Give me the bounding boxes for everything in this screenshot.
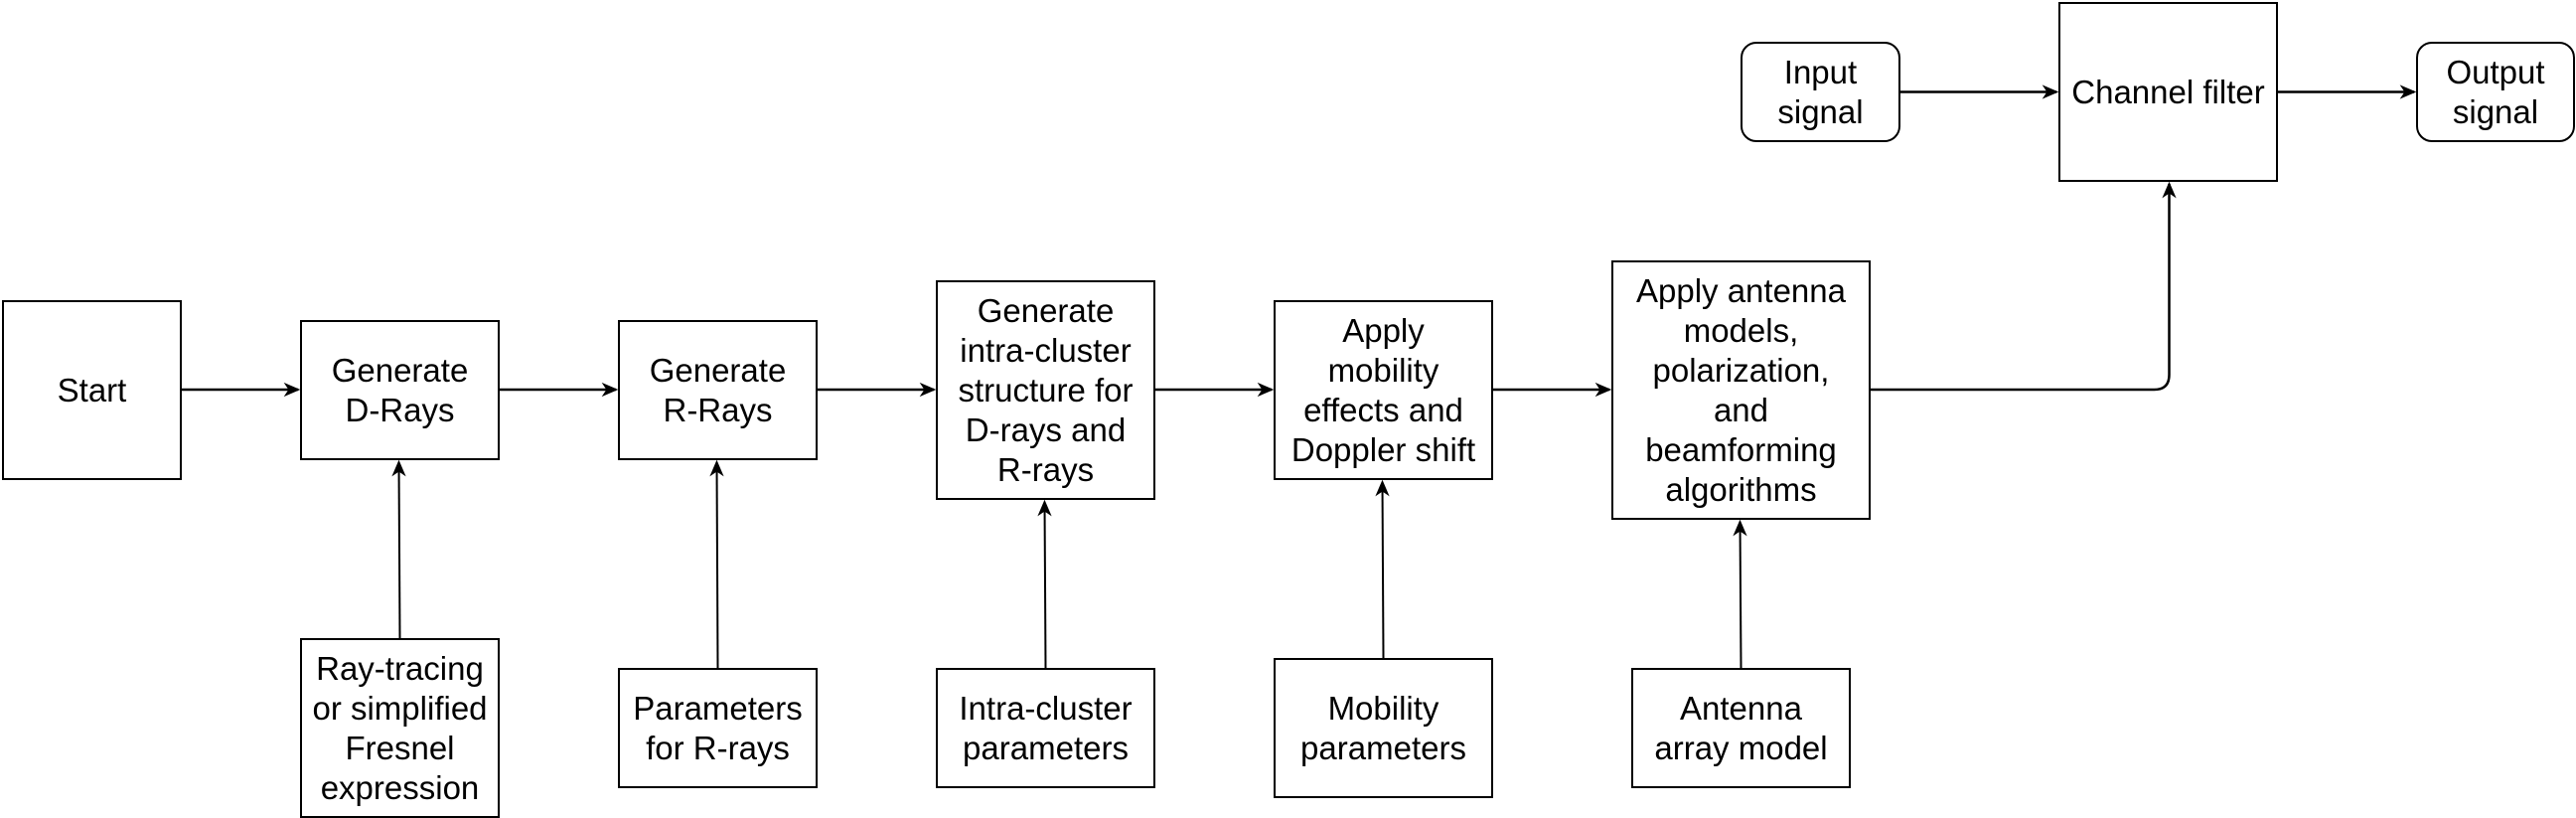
node-params-r-rays: Parameters for R-rays [618,668,818,788]
edge-intra-cluster-params-to-generate-intra-cluster [1043,501,1047,669]
node-input-signal: Input signal [1741,42,1900,142]
node-label: Ray-tracing or simplified Fresnel expres… [312,649,488,806]
node-label: Generate R-Rays [649,351,787,428]
node-apply-mobility: Apply mobility effects and Doppler shift [1274,300,1493,480]
node-label: Generate intra-cluster structure for D-r… [958,291,1134,488]
node-start: Start [2,300,182,480]
node-channel-filter: Channel filter [2058,2,2278,182]
node-label: Channel filter [2071,73,2265,110]
node-apply-antenna: Apply antenna models, polarization, and … [1611,260,1871,520]
node-label: Generate D-Rays [331,351,469,428]
edge-mobility-params-to-apply-mobility [1381,481,1385,659]
node-ray-tracing: Ray-tracing or simplified Fresnel expres… [300,638,500,818]
edge-params-r-rays-to-generate-r-rays [715,461,719,669]
node-label: Apply mobility effects and Doppler shift [1290,311,1476,468]
edge-apply-antenna-to-channel-filter [1871,184,2171,392]
node-label: Input signal [1777,53,1864,130]
node-label: Apply antenna models, polarization, and … [1635,271,1846,508]
node-mobility-params: Mobility parameters [1274,658,1493,798]
node-label: Start [57,371,127,409]
edge-ray-tracing-to-generate-d-rays [397,461,401,639]
node-label: Parameters for R-rays [633,689,803,766]
node-label: Antenna array model [1654,689,1828,766]
node-output-signal: Output signal [2416,42,2575,142]
node-label: Intra-cluster parameters [959,689,1133,766]
node-generate-r-rays: Generate R-Rays [618,320,818,460]
node-label: Output signal [2446,53,2545,130]
edge-antenna-array-model-to-apply-antenna [1739,521,1743,669]
node-intra-cluster-params: Intra-cluster parameters [936,668,1155,788]
node-generate-d-rays: Generate D-Rays [300,320,500,460]
flowchart-canvas: Start Generate D-Rays Generate R-Rays Ge… [0,0,2576,818]
node-generate-intra-cluster: Generate intra-cluster structure for D-r… [936,280,1155,500]
node-label: Mobility parameters [1300,689,1466,766]
node-antenna-array-model: Antenna array model [1631,668,1851,788]
